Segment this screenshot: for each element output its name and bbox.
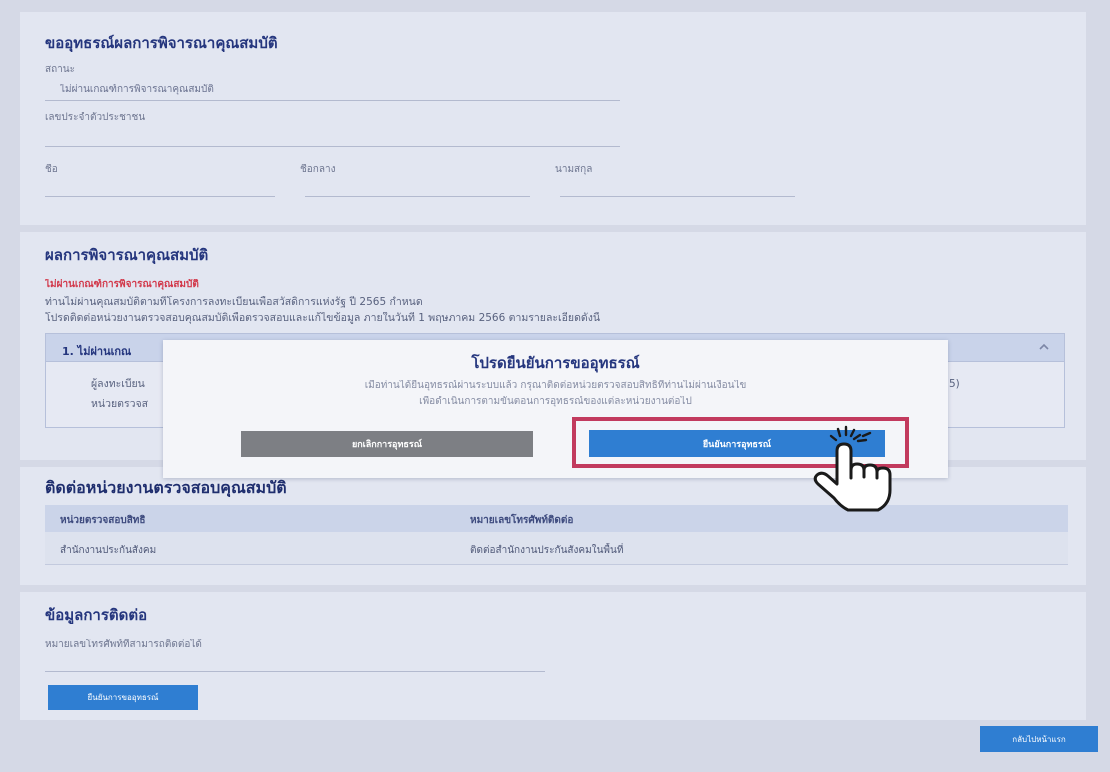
citizen-id-label: เลขประจำตัวประชาชน — [45, 112, 146, 123]
status-field-underline — [45, 100, 620, 101]
result-status-text: ไม่ผ่านเกณฑ์การพิจารณาคุณสมบัติ — [45, 279, 199, 290]
result-description: ท่านไม่ผ่านคุณสมบัติตามที่โครงการลงทะเบี… — [45, 296, 423, 308]
contact-info-title: ข้อมูลการติดต่อ — [45, 606, 148, 624]
chevron-up-icon — [1039, 343, 1049, 350]
criteria-line-1-tail: 5) — [949, 378, 960, 390]
hand-pointer-icon — [813, 442, 892, 512]
cancel-appeal-button[interactable]: ยกเลิกการอุทธรณ์ — [241, 431, 533, 457]
table-cell-agency: สำนักงานประกันสังคม — [60, 545, 157, 556]
contact-agency-card: ติดต่อหน่วยงานตรวจสอบคุณสมบัติ หน่วยตรวจ… — [20, 467, 1086, 585]
status-field: ไม่ผ่านเกณฑ์การพิจารณาคุณสมบัติ — [60, 84, 214, 95]
column-header-agency: หน่วยตรวจสอบสิทธิ — [60, 515, 146, 526]
last-name-label: นามสกุล — [555, 164, 593, 175]
submit-appeal-button[interactable]: ยืนยันการขออุทธรณ์ — [48, 685, 198, 710]
modal-message-line-2: เพื่อดำเนินการตามขั้นตอนการอุทธรณ์ของแต่… — [419, 396, 692, 407]
cursor-annotation — [813, 425, 892, 512]
appeal-form-title: ขออุทธรณ์ผลการพิจารณาคุณสมบัติ — [45, 34, 278, 52]
criteria-accordion-title: 1. ไม่ผ่านเกณ — [62, 345, 132, 358]
table-cell-phone: ติดต่อสำนักงานประกันสังคมในพื้นที่ — [470, 545, 624, 556]
appeal-form-card: ขออุทธรณ์ผลการพิจารณาคุณสมบัติ สถานะ ไม่… — [20, 12, 1086, 225]
click-sparkle-icon — [829, 425, 872, 443]
first-name-field — [45, 196, 275, 197]
middle-name-label: ชื่อกลาง — [300, 164, 336, 175]
column-header-phone: หมายเลขโทรศัพท์ติดต่อ — [470, 515, 574, 526]
criteria-line-1: ผู้ลงทะเบียน — [91, 378, 145, 390]
citizen-id-field — [45, 146, 620, 147]
contact-agency-table: หน่วยตรวจสอบสิทธิ หมายเลขโทรศัพท์ติดต่อ … — [45, 505, 1068, 565]
criteria-line-2: หน่วยตรวจส — [91, 398, 149, 410]
phone-input[interactable] — [45, 650, 545, 672]
result-title: ผลการพิจารณาคุณสมบัติ — [45, 246, 209, 264]
middle-name-field — [305, 196, 530, 197]
contact-agency-title: ติดต่อหน่วยงานตรวจสอบคุณสมบัติ — [45, 478, 287, 497]
contact-info-card: ข้อมูลการติดต่อ หมายเลขโทรศัพท์ที่สามารถ… — [20, 592, 1086, 720]
status-label: สถานะ — [45, 64, 75, 75]
table-header-row: หน่วยตรวจสอบสิทธิ หมายเลขโทรศัพท์ติดต่อ — [45, 505, 1068, 532]
modal-message-line-1: เมื่อท่านได้ยื่นอุทธรณ์ผ่านระบบแล้ว กรุณ… — [364, 380, 747, 391]
modal-title: โปรดยืนยันการขออุทธรณ์ — [471, 354, 640, 372]
last-name-field — [560, 196, 795, 197]
table-row: สำนักงานประกันสังคม ติดต่อสำนักงานประกัน… — [45, 532, 1068, 565]
back-home-button[interactable]: กลับไปหน้าแรก — [980, 726, 1098, 752]
first-name-label: ชื่อ — [45, 164, 58, 175]
result-instruction: โปรดติดต่อหน่วยงานตรวจสอบคุณสมบัติเพื่อต… — [45, 312, 601, 324]
